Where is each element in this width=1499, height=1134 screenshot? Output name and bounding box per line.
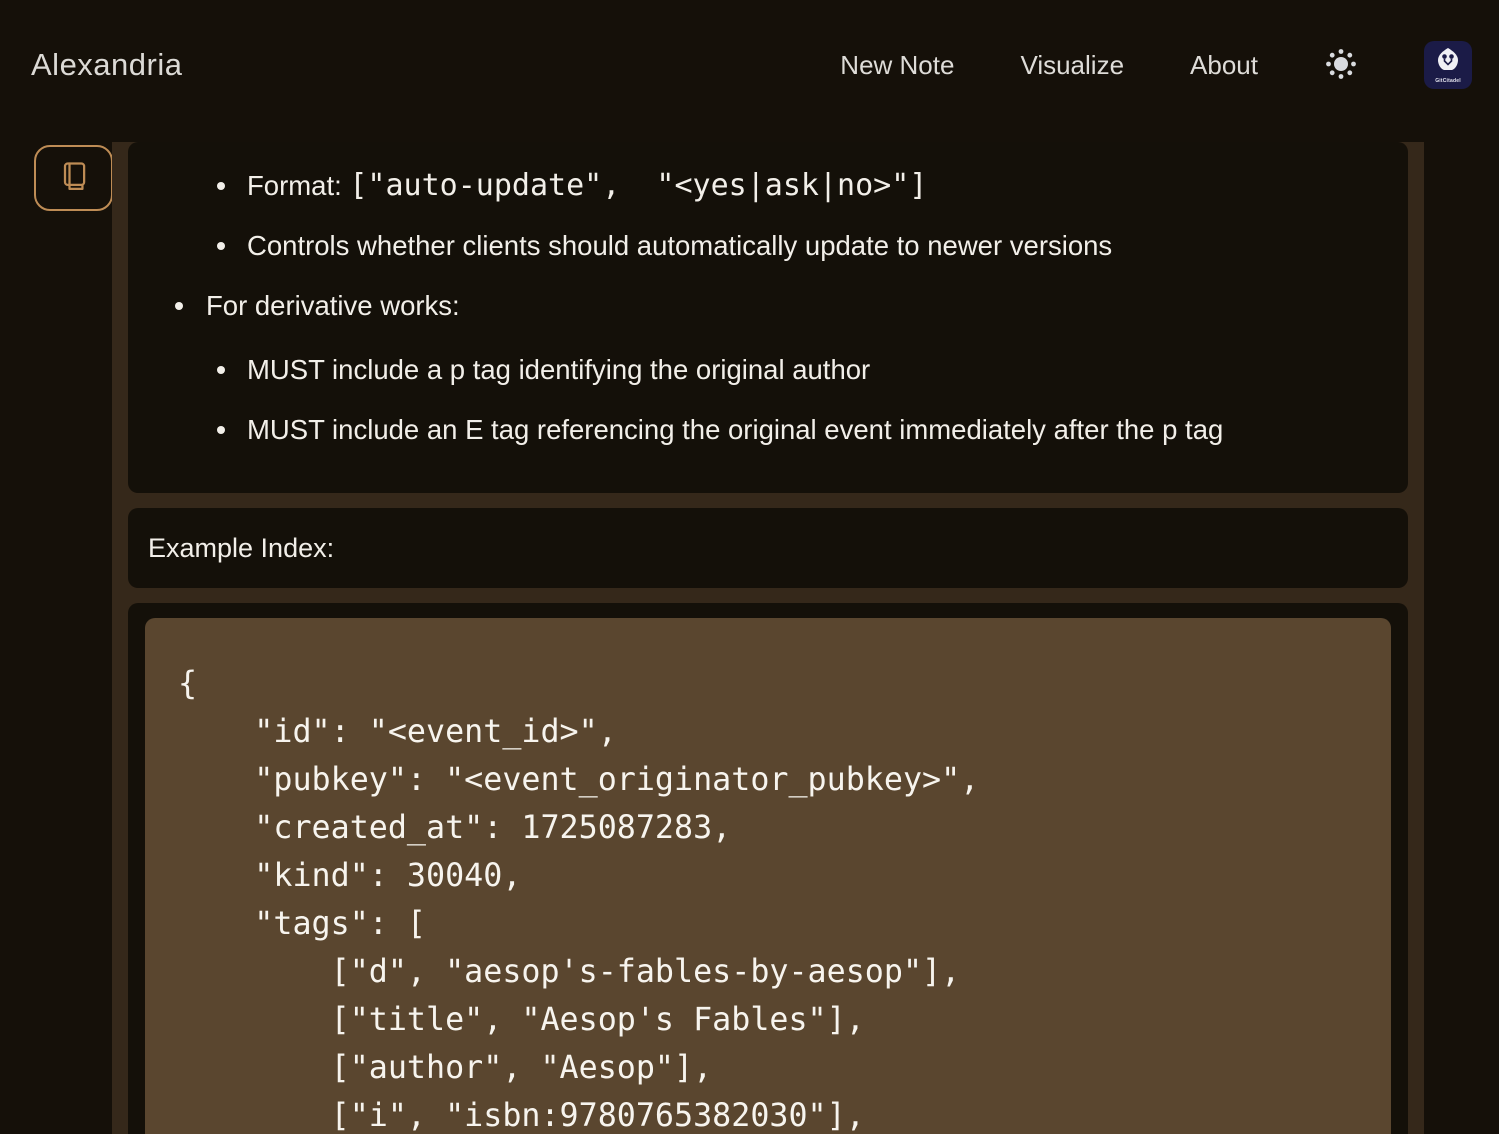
list-item-controls: Controls whether clients should automati… bbox=[152, 232, 1384, 260]
nav-item-about[interactable]: About bbox=[1190, 50, 1258, 81]
format-label: Format: bbox=[247, 170, 349, 201]
controls-text: Controls whether clients should automati… bbox=[247, 230, 1112, 261]
list-item-must-e-tag: MUST include an E tag referencing the or… bbox=[152, 416, 1384, 444]
code-line: "kind": 30040, bbox=[178, 852, 1358, 900]
format-inline-code: ["auto-update", "<yes|ask|no>"] bbox=[349, 168, 927, 203]
code-line: ["title", "Aesop's Fables"], bbox=[178, 996, 1358, 1044]
nav-item-new-note[interactable]: New Note bbox=[840, 50, 954, 81]
sidebar-toggle-button[interactable] bbox=[34, 145, 113, 211]
code-line: "id": "<event_id>", bbox=[178, 708, 1358, 756]
sun-icon bbox=[1324, 47, 1358, 84]
code-line: ["author", "Aesop"], bbox=[178, 1044, 1358, 1092]
brand-title[interactable]: Alexandria bbox=[31, 47, 182, 83]
code-line: { bbox=[178, 660, 1358, 708]
code-line: "pubkey": "<event_originator_pubkey>", bbox=[178, 756, 1358, 804]
list-item-derivative-works: For derivative works: bbox=[152, 292, 1384, 320]
code-line: "tags": [ bbox=[178, 900, 1358, 948]
example-code-card: { "id": "<event_id>", "pubkey": "<event_… bbox=[128, 603, 1408, 1134]
header: Alexandria New Note Visualize About bbox=[0, 0, 1499, 130]
example-heading: Example Index: bbox=[148, 533, 1388, 563]
logo-label: GitCitadel bbox=[1435, 78, 1461, 84]
must-p-text: MUST include a p tag identifying the ori… bbox=[247, 354, 870, 385]
code-line: ["d", "aesop's-fables-by-aesop"], bbox=[178, 948, 1358, 996]
example-heading-card: Example Index: bbox=[128, 508, 1408, 588]
bullet-dot bbox=[175, 302, 183, 310]
bullet-dot bbox=[217, 366, 225, 374]
nav-item-visualize[interactable]: Visualize bbox=[1020, 50, 1124, 81]
top-nav: New Note Visualize About bbox=[840, 41, 1472, 89]
bullet-dot bbox=[217, 426, 225, 434]
code-block: { "id": "<event_id>", "pubkey": "<event_… bbox=[145, 618, 1391, 1134]
must-e-text: MUST include an E tag referencing the or… bbox=[247, 414, 1223, 445]
bullet-dot bbox=[217, 182, 225, 190]
content-panel: Format: ["auto-update", "<yes|ask|no>"] … bbox=[112, 142, 1424, 1134]
spec-card: Format: ["auto-update", "<yes|ask|no>"] … bbox=[128, 142, 1408, 493]
derivative-text: For derivative works: bbox=[206, 290, 460, 321]
code-line: "created_at": 1725087283, bbox=[178, 804, 1358, 852]
book-icon bbox=[56, 159, 92, 198]
theme-toggle-button[interactable] bbox=[1324, 47, 1358, 84]
gitcitadel-shield-icon bbox=[1435, 47, 1461, 76]
list-item-must-p-tag: MUST include a p tag identifying the ori… bbox=[152, 356, 1384, 384]
list-item-format: Format: ["auto-update", "<yes|ask|no>"] bbox=[152, 172, 1384, 200]
gitcitadel-logo[interactable]: GitCitadel bbox=[1424, 41, 1472, 89]
code-line: ["i", "isbn:9780765382030"], bbox=[178, 1092, 1358, 1134]
bullet-dot bbox=[217, 242, 225, 250]
